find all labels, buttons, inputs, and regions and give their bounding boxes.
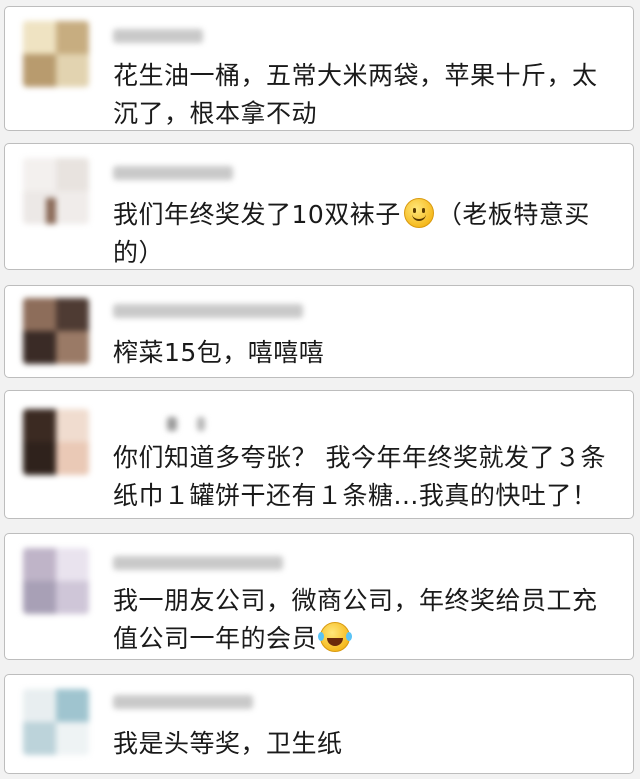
comment-card: 你们知道多夸张？ 我今年年终奖就发了３条纸巾１罐饼干还有１条糖...我真的快吐了… <box>4 390 634 519</box>
username[interactable] <box>113 556 283 570</box>
comment-text-main: 我们年终奖发了10双袜子 <box>113 200 401 229</box>
avatar[interactable] <box>23 548 89 614</box>
avatar[interactable] <box>23 298 89 364</box>
username[interactable] <box>113 29 203 43</box>
comment-text: 我们年终奖发了10双袜子 （老板特意买的） <box>113 196 613 272</box>
comment-card: 榨菜15包，嘻嘻嘻 <box>4 285 634 378</box>
username[interactable] <box>113 695 253 709</box>
comment-text: 花生油一桶，五常大米两袋，苹果十斤，太沉了，根本拿不动 <box>113 61 598 128</box>
avatar[interactable] <box>23 21 89 87</box>
laughing-tears-emoji-icon <box>318 622 351 652</box>
avatar[interactable] <box>23 689 89 755</box>
comment-text-main: 我一朋友公司，微商公司，年终奖给员工充值公司一年的会员 <box>113 586 598 653</box>
comment-text: 我一朋友公司，微商公司，年终奖给员工充值公司一年的会员 <box>113 582 613 658</box>
comment-text: 榨菜15包，嘻嘻嘻 <box>113 338 325 367</box>
username[interactable] <box>197 417 205 431</box>
comment-card: 我是头等奖，卫生纸 <box>4 674 634 774</box>
comment-feed: 花生油一桶，五常大米两袋，苹果十斤，太沉了，根本拿不动 我们年终奖发了10双袜子… <box>0 0 640 779</box>
comment-card: 我们年终奖发了10双袜子 （老板特意买的） <box>4 143 634 270</box>
smile-emoji-icon <box>403 198 434 228</box>
username[interactable] <box>167 417 177 431</box>
avatar[interactable] <box>23 409 89 475</box>
username[interactable] <box>113 166 233 180</box>
comment-card: 我一朋友公司，微商公司，年终奖给员工充值公司一年的会员 <box>4 533 634 660</box>
comment-card: 花生油一桶，五常大米两袋，苹果十斤，太沉了，根本拿不动 <box>4 6 634 131</box>
avatar[interactable] <box>23 158 89 224</box>
username[interactable] <box>113 304 303 318</box>
comment-text: 我是头等奖，卫生纸 <box>113 729 343 758</box>
comment-text: 你们知道多夸张？ 我今年年终奖就发了３条纸巾１罐饼干还有１条糖...我真的快吐了… <box>113 443 606 510</box>
